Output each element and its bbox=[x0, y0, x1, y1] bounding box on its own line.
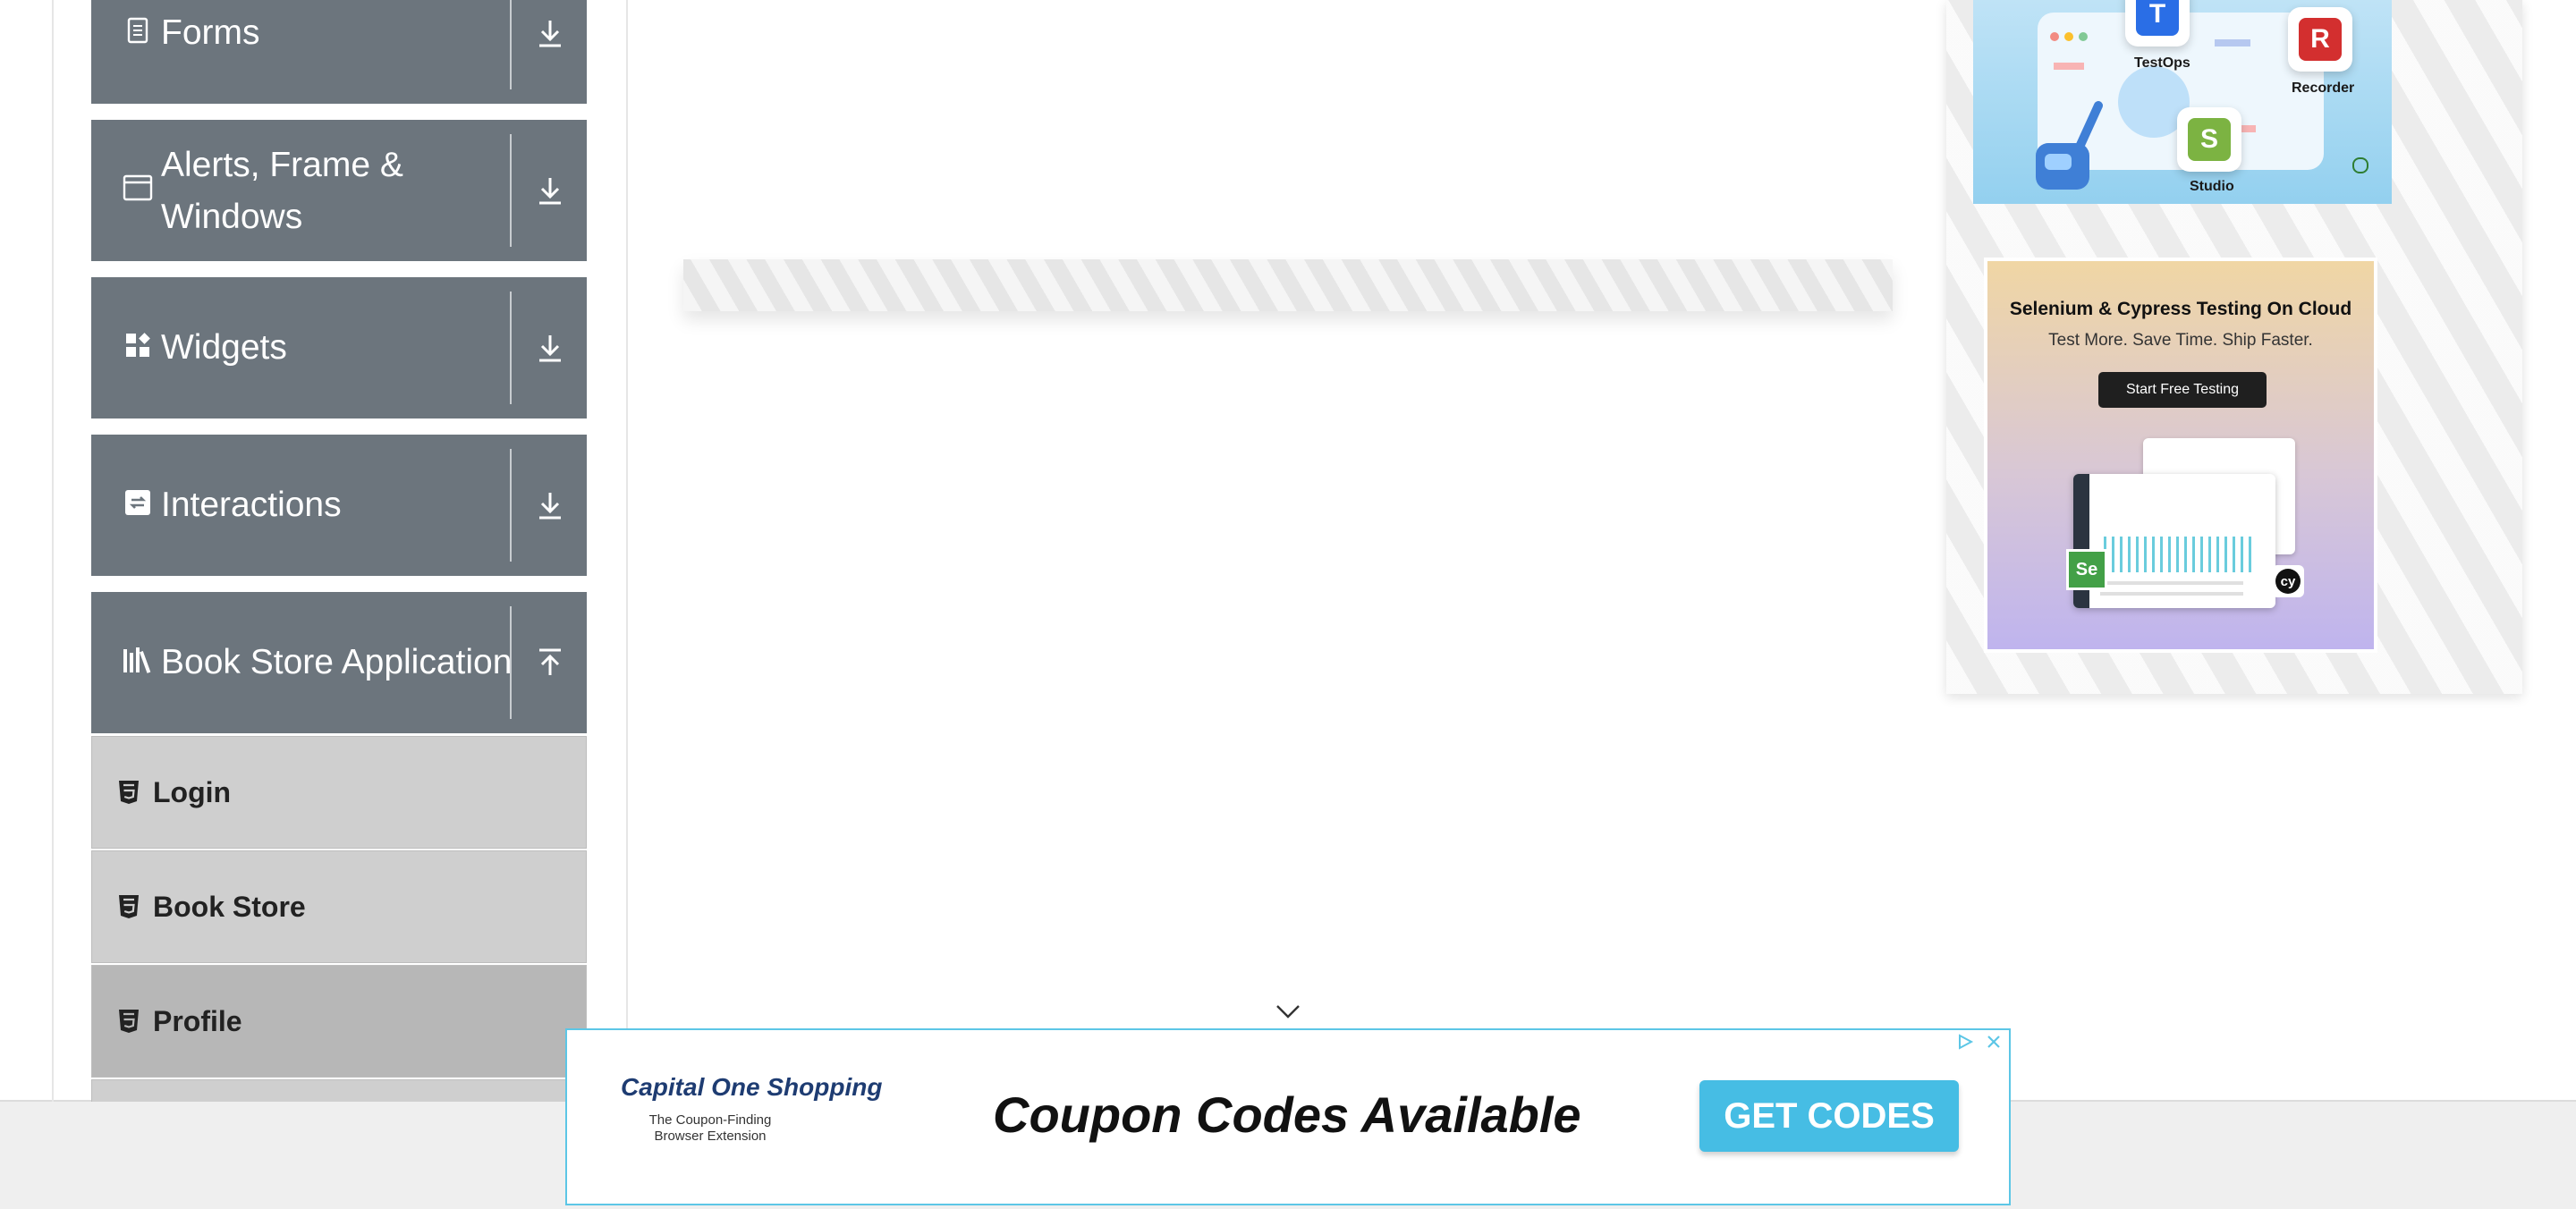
start-free-testing-button[interactable]: Start Free Testing bbox=[2098, 372, 2267, 408]
collapse-arrow-icon[interactable] bbox=[513, 592, 587, 733]
window-icon bbox=[122, 172, 154, 204]
ad-brand-tagline: The Coupon-Finding Browser Extension bbox=[621, 1112, 800, 1145]
content-divider-line bbox=[626, 0, 628, 1102]
html5-icon bbox=[117, 894, 140, 919]
sidebar-group-interactions[interactable]: Interactions bbox=[91, 435, 587, 576]
sidebar-group-book-store-application[interactable]: Book Store Application bbox=[91, 592, 587, 733]
html5-icon bbox=[117, 780, 140, 805]
app-label: Recorder bbox=[2292, 80, 2355, 96]
adchoices-icon[interactable] bbox=[1953, 1030, 1977, 1053]
scroll-down-chevron-icon[interactable] bbox=[1275, 1002, 1301, 1021]
ad-brand-name: Capital One Shopping bbox=[621, 1073, 883, 1101]
sidebar-item-label: Profile bbox=[153, 1004, 242, 1037]
sidebar-group-title: Widgets bbox=[161, 328, 287, 367]
interactions-icon bbox=[122, 486, 154, 519]
html5-icon bbox=[117, 1009, 140, 1034]
ad-tagline-line: The Coupon-Finding bbox=[648, 1112, 772, 1128]
robot-arm-illustration bbox=[2027, 98, 2107, 197]
status-dot-icon bbox=[2352, 157, 2368, 173]
app-label: TestOps bbox=[2134, 55, 2190, 71]
expand-arrow-icon[interactable] bbox=[513, 277, 587, 418]
ad-brand-logo: Capital One Shopping The Coupon-Finding … bbox=[621, 1073, 883, 1145]
ad-tagline-line: Browser Extension bbox=[654, 1129, 767, 1144]
promo-title: Selenium & Cypress Testing On Cloud bbox=[2009, 299, 2352, 319]
group-divider bbox=[510, 449, 512, 562]
ad-headline: Coupon Codes Available bbox=[993, 1086, 1581, 1143]
sidebar-group-title: Forms bbox=[161, 13, 260, 52]
promo-subtitle: Test More. Save Time. Ship Faster. bbox=[2048, 331, 2313, 350]
content-ad-placeholder bbox=[683, 259, 1893, 311]
widgets-icon bbox=[122, 329, 154, 361]
expand-arrow-icon[interactable] bbox=[513, 435, 587, 576]
bottom-ad-banner[interactable]: Capital One Shopping The Coupon-Finding … bbox=[565, 1028, 2011, 1205]
sidebar-item-label: Book Store bbox=[153, 890, 306, 923]
form-icon bbox=[122, 14, 154, 46]
studio-app-icon: S bbox=[2177, 107, 2241, 172]
group-divider bbox=[510, 134, 512, 247]
cypress-logo: cy bbox=[2275, 569, 2301, 594]
sidebar-group-alerts-frame-windows[interactable]: Alerts, Frame & Windows bbox=[91, 120, 587, 261]
dashboard-illustration: Se cy bbox=[2066, 438, 2304, 617]
sidebar-group-title: Book Store Application bbox=[161, 643, 513, 681]
selenium-badge-icon: Se bbox=[2066, 549, 2107, 590]
lambdatest-promo-banner[interactable]: Selenium & Cypress Testing On Cloud Test… bbox=[1984, 258, 2377, 653]
sidebar-item-profile[interactable]: Profile bbox=[91, 965, 587, 1078]
sidebar-group-forms[interactable]: Forms bbox=[91, 0, 587, 104]
expand-arrow-icon[interactable] bbox=[513, 120, 587, 261]
sidebar-group-widgets[interactable]: Widgets bbox=[91, 277, 587, 418]
group-divider bbox=[510, 606, 512, 719]
sidebar-group-title: Alerts, Frame & Windows bbox=[161, 146, 403, 236]
group-divider bbox=[510, 0, 512, 89]
left-border-line bbox=[52, 0, 54, 1102]
close-icon[interactable] bbox=[1982, 1030, 2005, 1053]
sidebar-item-label: Login bbox=[153, 775, 232, 808]
testops-app-icon: T bbox=[2125, 0, 2190, 46]
katalon-promo-banner[interactable]: T TestOps R Recorder S Studio bbox=[1973, 0, 2392, 204]
get-codes-button[interactable]: GET CODES bbox=[1699, 1080, 1959, 1152]
sidebar-item-book-store[interactable]: Book Store bbox=[91, 850, 587, 963]
expand-arrow-icon[interactable] bbox=[513, 0, 587, 104]
app-label: Studio bbox=[2190, 179, 2234, 194]
recorder-app-icon: R bbox=[2288, 7, 2352, 72]
books-icon bbox=[122, 644, 154, 676]
sidebar-item-next[interactable] bbox=[91, 1079, 587, 1102]
sidebar-item-login[interactable]: Login bbox=[91, 736, 587, 849]
sidebar-group-title: Interactions bbox=[161, 486, 342, 524]
cypress-badge-icon: cy bbox=[2272, 565, 2304, 597]
group-divider bbox=[510, 292, 512, 404]
